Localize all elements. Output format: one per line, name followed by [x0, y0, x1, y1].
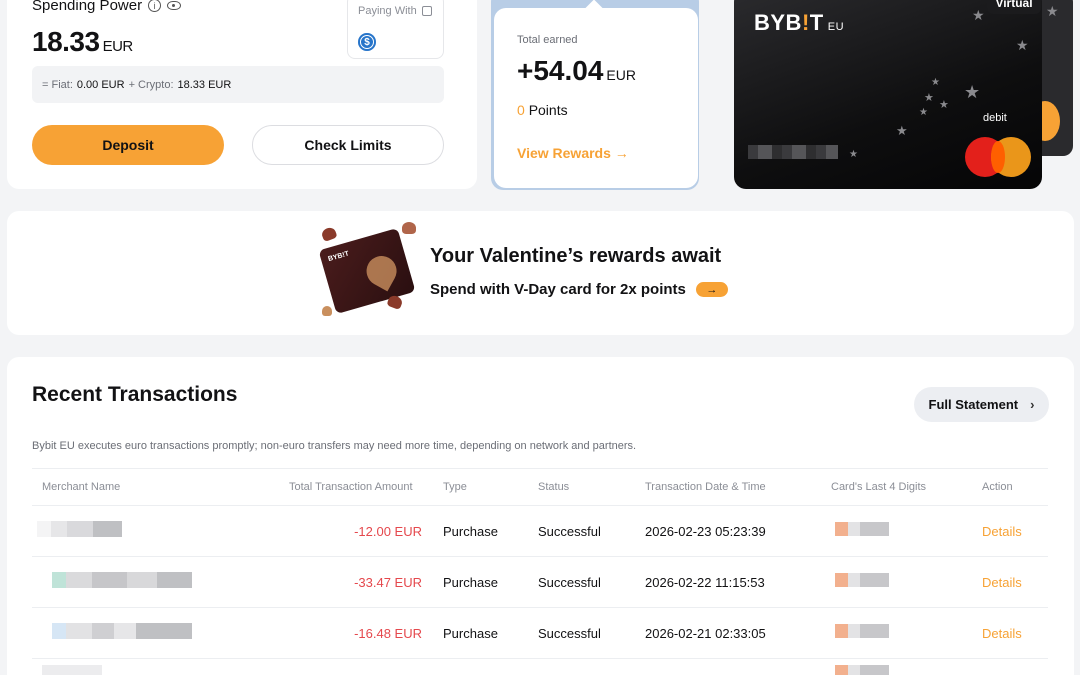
- total-earned-value: +54.04: [517, 55, 604, 86]
- transactions-title: Recent Transactions: [32, 383, 238, 406]
- promo-arrow-icon[interactable]: →: [695, 282, 728, 297]
- paying-with-box[interactable]: Paying With $: [347, 0, 444, 59]
- col-datetime: Transaction Date & Time: [645, 481, 766, 493]
- valentine-promo-banner[interactable]: [7, 211, 1074, 335]
- points-balance: 0 Points: [517, 102, 568, 118]
- masked-card-number: [748, 145, 838, 159]
- balance-breakdown: = Fiat: 0.00 EUR + Crypto: 18.33 EUR: [32, 66, 444, 103]
- masked-merchant-name: [37, 521, 122, 537]
- edit-icon[interactable]: [421, 6, 432, 16]
- tx-type: Purchase: [443, 575, 498, 590]
- tx-datetime: 2026-02-22 11:15:53: [645, 575, 765, 590]
- col-status: Status: [538, 481, 570, 493]
- heart-icon: [361, 250, 402, 292]
- tx-datetime: 2026-02-21 02:33:05: [645, 626, 766, 641]
- total-earned-currency: EUR: [606, 67, 636, 83]
- promo-title: Your Valentine’s rewards await: [430, 245, 722, 267]
- star-icon: ★: [939, 99, 949, 111]
- star-icon: ★: [931, 77, 940, 88]
- table-row[interactable]: -12.00 EUR Purchase Successful 2026-02-2…: [32, 506, 1048, 557]
- transactions-note: Bybit EU executes euro transactions prom…: [32, 440, 637, 452]
- valentine-card-illustration: BYB!T: [318, 220, 422, 320]
- butterfly-icon: [402, 222, 416, 234]
- promo-subtitle-text: Spend with V-Day card for 2x points: [430, 281, 686, 298]
- tx-type: Purchase: [443, 626, 498, 641]
- spending-currency: EUR: [102, 38, 134, 55]
- tx-amount: -16.48 EUR: [354, 626, 422, 641]
- tx-status: Successful: [538, 626, 601, 641]
- chevron-right-icon: ›: [1030, 397, 1035, 412]
- view-rewards-link[interactable]: View Rewards →: [517, 145, 629, 161]
- card-region: EU: [827, 21, 845, 33]
- paying-with-label: Paying With: [358, 5, 417, 17]
- tx-datetime: 2026-02-23 05:23:39: [645, 524, 766, 539]
- star-icon: ★: [849, 149, 858, 160]
- rewards-card: Total earned +54.04 EUR 0 Points View Rew…: [494, 0, 698, 188]
- spending-power-card: Spending Power i 18.33 EUR Paying With $ …: [7, 0, 477, 189]
- col-merchant-name: Merchant Name: [42, 481, 121, 493]
- tx-status: Successful: [538, 575, 601, 590]
- total-earned-amount: +54.04 EUR: [517, 55, 636, 87]
- bybit-card-logo: BYB!T EU: [754, 10, 845, 35]
- star-icon: ★: [964, 82, 981, 102]
- col-action: Action: [982, 481, 1013, 493]
- tx-type: Purchase: [443, 524, 498, 539]
- info-icon[interactable]: i: [148, 0, 162, 12]
- virtual-card-badge: Virtual: [987, 0, 1041, 14]
- crypto-value: 18.33 EUR: [177, 78, 232, 91]
- valentine-card-brand: BYB!T: [327, 250, 350, 264]
- deposit-button[interactable]: Deposit: [32, 125, 224, 165]
- points-label: Points: [528, 102, 568, 118]
- full-statement-label: Full Statement: [928, 397, 1019, 412]
- paying-with-header: Paying With: [358, 5, 432, 17]
- tx-status: Successful: [538, 524, 601, 539]
- total-earned-label: Total earned: [517, 34, 578, 46]
- fiat-value: 0.00 EUR: [76, 78, 125, 91]
- masked-merchant-name: [52, 623, 192, 639]
- spending-power-amount: 18.33 EUR: [32, 26, 133, 58]
- spending-power-label: Spending Power: [32, 0, 143, 14]
- star-icon: ★: [896, 123, 908, 138]
- col-total-amount: Total Transaction Amount: [289, 481, 413, 493]
- masked-card-digits: [835, 624, 889, 638]
- masked-merchant-name: [42, 665, 102, 675]
- check-limits-button[interactable]: Check Limits: [252, 125, 444, 165]
- masked-card-digits: [835, 522, 889, 536]
- points-count: 0: [517, 102, 525, 118]
- butterfly-icon: [322, 306, 332, 316]
- butterfly-icon: [386, 293, 404, 311]
- spending-amount-value: 18.33: [32, 26, 100, 57]
- table-row[interactable]: -33.47 EUR Purchase Successful 2026-02-2…: [32, 557, 1048, 608]
- crypto-label: + Crypto:: [128, 78, 174, 91]
- tx-amount: -33.47 EUR: [354, 575, 422, 590]
- table-row[interactable]: [32, 659, 1048, 675]
- fiat-label: = Fiat:: [42, 78, 73, 91]
- usdc-coin-icon: $: [358, 33, 376, 51]
- star-icon: ★: [1046, 3, 1059, 19]
- mastercard-logo-overlap: [991, 141, 1005, 173]
- bybit-physical-card[interactable]: BYB!T EU ★ ★ ★ ★ ★ ★ ★ ★ ★ debit: [734, 0, 1042, 189]
- promo-subtitle: Spend with V-Day card for 2x points →: [430, 281, 728, 298]
- details-link[interactable]: Details: [982, 626, 1022, 641]
- star-icon: ★: [1016, 37, 1029, 53]
- masked-merchant-name: [52, 572, 192, 588]
- full-statement-button[interactable]: Full Statement ›: [914, 387, 1049, 422]
- tx-amount: -12.00 EUR: [354, 524, 422, 539]
- transactions-table-header: Merchant Name Total Transaction Amount T…: [32, 468, 1048, 506]
- details-link[interactable]: Details: [982, 575, 1022, 590]
- butterfly-icon: [320, 225, 338, 243]
- masked-card-digits: [835, 573, 889, 587]
- table-row[interactable]: -16.48 EUR Purchase Successful 2026-02-2…: [32, 608, 1048, 659]
- star-icon: ★: [919, 107, 928, 118]
- star-icon: ★: [972, 7, 985, 23]
- masked-card-digits: [835, 665, 889, 675]
- details-link[interactable]: Details: [982, 524, 1022, 539]
- col-card-digits: Card's Last 4 Digits: [831, 481, 927, 493]
- spending-power-header: Spending Power i: [32, 0, 182, 14]
- star-icon: ★: [924, 92, 934, 104]
- col-type: Type: [443, 481, 467, 493]
- eye-icon[interactable]: [167, 1, 182, 10]
- debit-label: debit: [983, 112, 1007, 124]
